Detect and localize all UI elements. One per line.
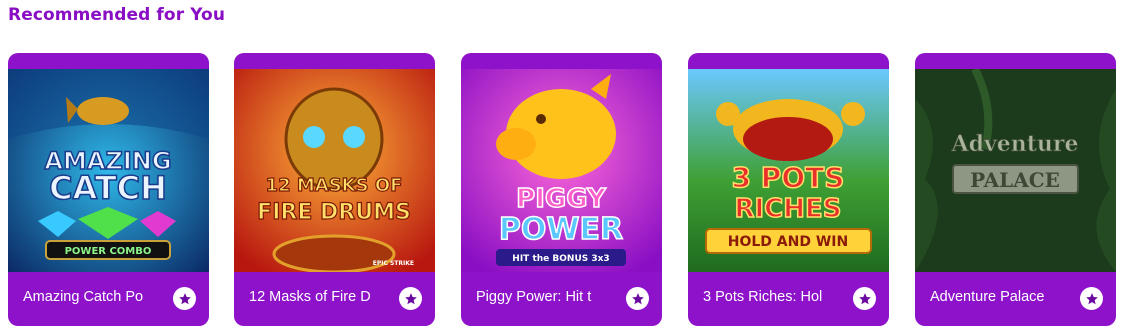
game-thumbnail[interactable]: 12 MASKS OF FIRE DRUMS EPIC STRIKE: [234, 69, 435, 272]
logo-line-2: FIRE DRUMS: [257, 200, 411, 225]
favorite-button[interactable]: [853, 287, 876, 310]
star-icon: [631, 292, 644, 304]
star-icon: [404, 292, 417, 304]
logo-line-1: 3 POTS: [732, 161, 845, 194]
star-icon: [178, 292, 191, 304]
game-card-12-masks[interactable]: 12 MASKS OF FIRE DRUMS EPIC STRIKE 12 Ma…: [234, 53, 435, 326]
game-title[interactable]: 3 Pots Riches: Hol: [703, 289, 848, 305]
logo-line-2: CATCH: [49, 169, 167, 207]
game-title[interactable]: 12 Masks of Fire D: [249, 289, 394, 305]
favorite-button[interactable]: [1080, 287, 1103, 310]
favorite-button[interactable]: [399, 287, 422, 310]
game-title[interactable]: Piggy Power: Hit t: [476, 289, 621, 305]
section-title: Recommended for You: [8, 5, 226, 25]
game-thumbnail[interactable]: Adventure PALACE: [915, 69, 1116, 272]
game-title[interactable]: Amazing Catch Po: [23, 289, 168, 305]
game-thumbnail[interactable]: PIGGY POWER HIT the BONUS 3x3: [461, 69, 662, 272]
favorite-button[interactable]: [626, 287, 649, 310]
logo-line-1: 12 MASKS OF: [266, 175, 403, 196]
game-card-amazing-catch[interactable]: AMAZING CATCH POWER COMBO Amazing Catch …: [8, 53, 209, 326]
star-icon: [858, 292, 871, 304]
favorite-button[interactable]: [173, 287, 196, 310]
logo-line-1: PIGGY: [516, 184, 607, 214]
logo-line-1: Adventure: [951, 131, 1079, 157]
game-title[interactable]: Adventure Palace: [930, 289, 1075, 305]
logo-line-2: RICHES: [734, 194, 841, 224]
logo-line-2: POWER: [499, 212, 623, 247]
star-icon: [1085, 292, 1098, 304]
game-thumbnail[interactable]: 3 POTS RICHES HOLD AND WIN: [688, 69, 889, 272]
game-badge: EPIC STRIKE: [373, 260, 414, 267]
game-badge: HIT the BONUS 3x3: [512, 254, 609, 264]
game-thumbnail[interactable]: AMAZING CATCH POWER COMBO: [8, 69, 209, 272]
game-card-adventure-palace[interactable]: Adventure PALACE Adventure Palace: [915, 53, 1116, 326]
game-badge: HOLD AND WIN: [728, 234, 848, 250]
logo-line-2: PALACE: [970, 168, 1060, 192]
game-badge: POWER COMBO: [65, 246, 152, 257]
game-card-3-pots-riches[interactable]: 3 POTS RICHES HOLD AND WIN 3 Pots Riches…: [688, 53, 889, 326]
game-card-piggy-power[interactable]: PIGGY POWER HIT the BONUS 3x3 Piggy Powe…: [461, 53, 662, 326]
